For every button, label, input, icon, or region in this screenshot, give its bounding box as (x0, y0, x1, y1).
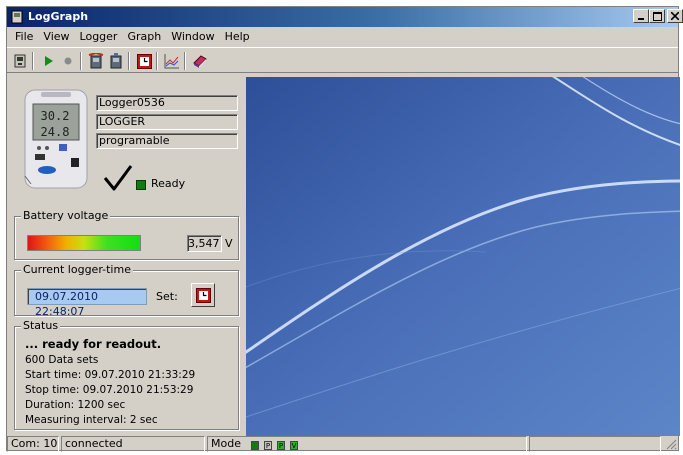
window-title: LogGraph (28, 10, 89, 23)
set-time-button[interactable] (191, 283, 215, 307)
mode-led-p: P (264, 441, 272, 450)
status-stop-time: Stop time: 09.07.2010 21:53:29 (25, 384, 194, 396)
mode-led-v: V (290, 441, 298, 450)
logger-device-image: 30.2 24.8 (24, 89, 88, 189)
toolbar-separator (184, 52, 186, 70)
menu-logger[interactable]: Logger (75, 30, 123, 43)
download-button[interactable] (87, 52, 105, 70)
logger-info-panel: 30.2 24.8 Logger0536 LOGGER programable … (7, 74, 243, 432)
close-button[interactable] (667, 9, 683, 23)
start-button[interactable] (39, 52, 57, 70)
empty-pane (529, 436, 661, 452)
graph-icon (164, 54, 179, 69)
ready-label: Ready (151, 177, 186, 190)
app-window: LogGraph File View Logger Graph Window H… (6, 6, 683, 452)
logger-mode-field: programable (96, 133, 238, 149)
status-legend: Status (21, 319, 61, 332)
toolbar (7, 47, 678, 73)
logger-name-field: Logger0536 (96, 95, 238, 111)
status-group: Status ... ready for readout. 600 Data s… (14, 319, 239, 430)
status-data-sets: 600 Data sets (25, 354, 99, 366)
maximize-button[interactable] (649, 9, 665, 23)
lcd-top-reading: 30.2 (41, 109, 70, 123)
app-icon (11, 10, 23, 24)
mode-label: Mode (211, 437, 241, 450)
connection-pane: connected (61, 436, 205, 452)
upload-button[interactable] (107, 52, 125, 70)
ready-indicator (136, 180, 146, 190)
background-wave-image (246, 77, 680, 436)
close-icon (671, 12, 679, 20)
minimize-button[interactable] (633, 9, 649, 23)
record-button[interactable] (59, 52, 77, 70)
menu-bar: File View Logger Graph Window Help (7, 27, 678, 46)
status-duration: Duration: 1200 sec (25, 399, 126, 411)
mode-led-p2: P (277, 441, 285, 450)
record-icon (64, 57, 72, 65)
logger-time-group: Current logger-time 09.07.2010 22:48:07 … (14, 263, 239, 318)
logger-type-field: LOGGER (96, 114, 238, 130)
download-icon (88, 53, 104, 69)
minimize-icon (638, 18, 644, 20)
logger-time-field[interactable]: 09.07.2010 22:48:07 (27, 288, 147, 318)
voltage-unit: V (225, 237, 233, 250)
logger-read-icon (14, 54, 26, 68)
logger-read-button[interactable] (11, 52, 29, 70)
menu-window[interactable]: Window (166, 30, 219, 43)
status-start-time: Start time: 09.07.2010 21:33:29 (25, 369, 196, 381)
logger-time-legend: Current logger-time (21, 263, 133, 276)
toolbar-separator (80, 52, 82, 70)
battery-level-bar (27, 235, 141, 251)
manual-button[interactable] (191, 52, 209, 70)
lcd-bottom-reading: 24.8 (41, 125, 70, 139)
status-headline: ... ready for readout. (25, 337, 162, 351)
toolbar-separator (156, 52, 158, 70)
maximize-icon (652, 11, 662, 21)
upload-icon (110, 53, 122, 69)
mode-led-1 (251, 441, 259, 450)
resize-grip-icon[interactable] (665, 438, 677, 450)
play-icon (45, 56, 53, 66)
battery-legend: Battery voltage (21, 209, 111, 222)
book-icon (193, 55, 207, 68)
checkmark-icon (103, 165, 133, 191)
com-port-pane: Com: 10 (7, 436, 59, 452)
clock-icon (136, 53, 152, 69)
status-interval: Measuring interval: 2 sec (25, 414, 158, 426)
mode-pane: Mode P P V (207, 436, 527, 452)
clock-button[interactable] (135, 52, 153, 70)
set-label: Set: (156, 290, 178, 303)
title-bar[interactable]: LogGraph (7, 7, 683, 27)
menu-file[interactable]: File (10, 30, 38, 43)
menu-help[interactable]: Help (220, 30, 255, 43)
toolbar-separator (128, 52, 130, 70)
clock-icon (195, 287, 211, 303)
graph-area[interactable] (246, 77, 680, 436)
graph-button[interactable] (163, 52, 181, 70)
status-bar: Com: 10 connected Mode P P V (7, 436, 678, 452)
menu-view[interactable]: View (38, 30, 74, 43)
toolbar-separator (32, 52, 34, 70)
battery-group: Battery voltage 3,547 V (14, 209, 239, 260)
battery-voltage-value: 3,547 (187, 235, 222, 252)
menu-graph[interactable]: Graph (122, 30, 166, 43)
